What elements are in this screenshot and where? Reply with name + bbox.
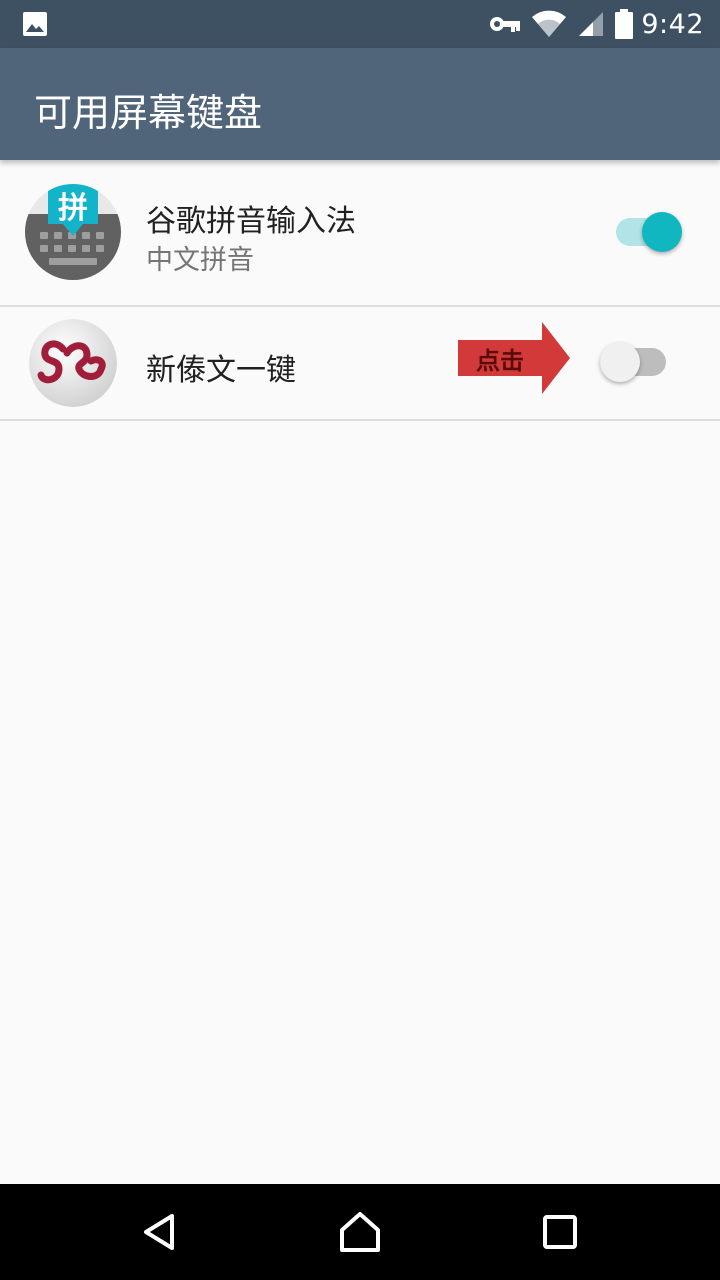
page-title: 可用屏幕键盘 [34,91,263,135]
app-bar: 可用屏幕键盘 [0,48,720,160]
vpn-key-icon [490,17,521,32]
status-bar: 9:42 [0,0,720,48]
battery-icon [615,9,634,39]
toggle-thumb [642,212,682,252]
recents-button[interactable] [500,1184,620,1280]
recents-icon [543,1215,577,1249]
keyboard-row-google-pinyin[interactable]: 拼 谷歌拼音输入法 中文拼音 [0,160,720,307]
tai-lue-app-icon [29,319,117,407]
cell-signal-icon [579,12,604,36]
back-button[interactable] [100,1184,220,1280]
home-button[interactable] [300,1184,420,1280]
navigation-bar [0,1184,720,1280]
back-icon [144,1214,174,1250]
hint-label: 点击 [476,347,524,375]
home-icon [340,1212,380,1252]
keyboard-subtitle: 中文拼音 [146,245,254,276]
toggle-thumb [600,342,640,382]
google-pinyin-app-icon: 拼 [25,184,121,280]
keyboard-row-new-tai-lue[interactable]: 新傣文一键 点击 [0,307,720,421]
gallery-icon [23,12,47,36]
status-time: 9:42 [641,8,704,40]
wifi-icon [532,10,567,37]
keyboard-name: 新傣文一键 [146,353,296,388]
keyboard-name: 谷歌拼音输入法 [146,204,356,239]
pinyin-glyph: 拼 [58,191,88,226]
